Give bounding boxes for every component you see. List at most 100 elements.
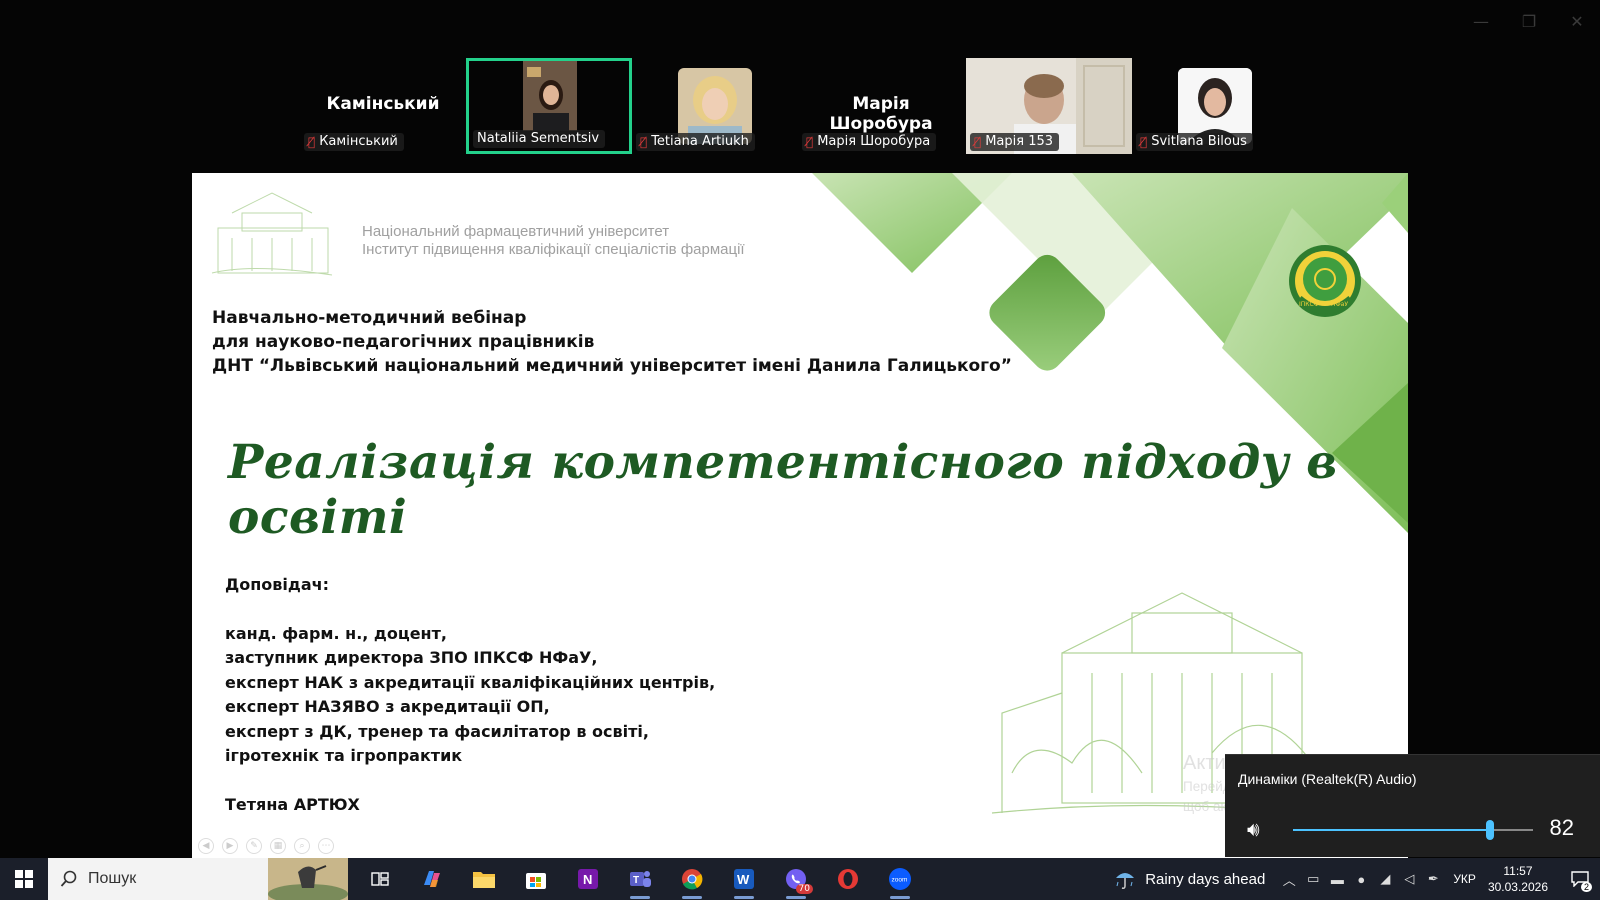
volume-slider-thumb[interactable] — [1485, 820, 1494, 840]
more-icon[interactable]: ⋯ — [318, 838, 334, 854]
screen: — ❐ ✕ Камінський 🎙̸ Камінський Nataliia … — [0, 0, 1600, 900]
teams-button[interactable]: T — [614, 858, 666, 900]
notification-badge: 70 — [795, 884, 813, 894]
battery-icon[interactable]: ▬ — [1325, 872, 1349, 887]
onenote-button[interactable]: N — [562, 858, 614, 900]
notification-center-button[interactable]: 2 — [1560, 858, 1600, 900]
logo-text-left: ІПКСФ — [1299, 301, 1319, 308]
pen-icon[interactable]: ✒ — [1421, 871, 1445, 887]
microphone-icon[interactable]: ● — [1349, 872, 1373, 887]
network-icon[interactable]: ◢ — [1373, 871, 1397, 887]
close-icon[interactable]: ✕ — [1568, 12, 1586, 31]
copilot-icon — [424, 871, 440, 887]
system-tray: Rainy days ahead ︿ ▭ ▬ ● ◢ ◁ ✒ УКР 11:57… — [1113, 858, 1600, 900]
slides-icon[interactable]: ▦ — [270, 838, 286, 854]
chrome-button[interactable] — [666, 858, 718, 900]
participant-label: Tetiana Artiukh — [651, 134, 749, 149]
meet-icon[interactable]: ▭ — [1301, 871, 1325, 887]
participant-label: Nataliia Sementsiv — [477, 131, 600, 146]
mic-muted-icon: 🎙̸ — [806, 134, 814, 149]
sound-muted-icon[interactable]: ◁ — [1397, 871, 1421, 887]
volume-slider-fill — [1293, 829, 1490, 831]
file-explorer-button[interactable] — [458, 858, 510, 900]
reporter-credential: ігротехнік та ігропрактик — [225, 746, 463, 765]
participant-label: Марія Шоробура — [817, 134, 931, 149]
reporter-credential: експерт НАК з акредитації кваліфікаційни… — [225, 672, 716, 692]
opera-icon — [838, 869, 858, 889]
zoom-button[interactable]: zoom — [874, 858, 926, 900]
volume-value: 82 — [1549, 815, 1574, 840]
slide-title: Реалізація компетентісного підходу в осв… — [228, 435, 1338, 545]
pen-icon[interactable]: ✎ — [246, 838, 262, 854]
clock-time: 11:57 — [1503, 864, 1533, 878]
participant-nameplate: 🎙̸ Tetiana Artiukh — [636, 133, 755, 151]
next-slide-icon[interactable]: ▶ — [222, 838, 238, 854]
mic-muted-icon: 🎙̸ — [1140, 134, 1148, 149]
store-button[interactable] — [510, 858, 562, 900]
reporter-credential: експерт НАЗЯВО з акредитації ОП, — [225, 697, 550, 716]
start-button[interactable] — [0, 858, 48, 900]
search-placeholder: Пошук — [88, 870, 137, 887]
weather-text: Rainy days ahead — [1145, 870, 1266, 888]
word-button[interactable]: W — [718, 858, 770, 900]
store-icon — [526, 873, 546, 889]
clock[interactable]: 11:57 30.03.2026 — [1488, 863, 1548, 895]
participant-display-name: Камінський — [326, 94, 440, 114]
participant-tile[interactable]: 🎙̸ Svitlana Bilous — [1132, 58, 1298, 154]
participant-tile[interactable]: 🎙̸ Марія 153 — [966, 58, 1132, 154]
speaker-icon[interactable]: 🔊︎ — [1247, 817, 1260, 841]
audio-device-name[interactable]: Динаміки (Realtek(R) Audio) — [1238, 771, 1417, 787]
file-explorer-icon — [473, 872, 495, 888]
volume-flyout: Динаміки (Realtek(R) Audio) 🔊︎ 82 — [1225, 754, 1600, 857]
reporter-label: Доповідач: — [225, 575, 329, 594]
mic-muted-icon: 🎙̸ — [974, 134, 982, 149]
reporter-block: Доповідач: канд. фарм. н., доцент, засту… — [225, 573, 715, 817]
university-header: Національний фармацевтичний університет … — [362, 223, 745, 259]
viber-button[interactable]: 70 — [770, 858, 822, 900]
task-view-button[interactable] — [354, 858, 406, 900]
chrome-icon — [682, 869, 703, 890]
mic-muted-icon: 🎙̸ — [308, 134, 316, 149]
participant-tile[interactable]: Nataliia Sementsiv — [466, 58, 632, 154]
volume-slider[interactable] — [1293, 820, 1533, 840]
institute-name: Інститут підвищення кваліфікації спеціал… — [362, 241, 745, 258]
notification-count: 2 — [1580, 882, 1592, 892]
reporter-name: Тетяна АРТЮХ — [225, 794, 360, 814]
participant-tile[interactable]: Камінський 🎙̸ Камінський — [300, 58, 466, 154]
taskbar-search[interactable]: Пошук — [48, 858, 348, 900]
participant-label: Марія 153 — [985, 134, 1054, 149]
mic-muted-icon: 🎙̸ — [640, 134, 648, 149]
search-highlight-image — [268, 858, 348, 900]
slide-toolbar: ◀ ▶ ✎ ▦ ⌕ ⋯ — [198, 838, 334, 854]
reporter-credential: експерт з ДК, тренер та фасилітатор в ос… — [225, 721, 649, 741]
logo-text-right: НФаУ — [1331, 301, 1349, 308]
reporter-credential: канд. фарм. н., доцент, — [225, 623, 447, 643]
windows-icon — [15, 870, 33, 888]
rain-icon — [1116, 873, 1135, 889]
participant-nameplate: Nataliia Sementsiv — [473, 130, 606, 148]
taskbar-apps: N T W 70 zoom — [354, 858, 926, 900]
restore-icon[interactable]: ❐ — [1520, 12, 1538, 31]
opera-button[interactable] — [822, 858, 874, 900]
svg-text:zoom: zoom — [892, 877, 908, 884]
teams-icon: T — [630, 871, 651, 887]
language-indicator[interactable]: УКР — [1453, 872, 1476, 886]
participant-tile[interactable]: Марія Шоробура 🎙̸ Марія Шоробура — [798, 58, 964, 154]
onenote-icon: N — [578, 869, 598, 889]
prev-slide-icon[interactable]: ◀ — [198, 838, 214, 854]
participant-tile[interactable]: 🎙̸ Tetiana Artiukh — [632, 58, 798, 154]
weather-widget[interactable]: Rainy days ahead — [1113, 868, 1265, 890]
zoom-icon[interactable]: ⌕ — [294, 838, 310, 854]
zoom-icon: zoom — [889, 868, 911, 890]
minimize-icon[interactable]: — — [1472, 12, 1490, 31]
copilot-button[interactable] — [406, 858, 458, 900]
task-view-icon — [371, 872, 389, 886]
svg-text:W: W — [737, 872, 750, 887]
participant-label: Svitlana Bilous — [1151, 134, 1247, 149]
window-controls: — ❐ ✕ — [1472, 12, 1586, 31]
participant-nameplate: 🎙̸ Svitlana Bilous — [1136, 133, 1253, 151]
participant-nameplate: 🎙̸ Марія 153 — [970, 133, 1060, 151]
chevron-up-icon[interactable]: ︿ — [1277, 870, 1301, 889]
svg-text:T: T — [633, 875, 639, 886]
participant-label: Камінський — [319, 134, 398, 149]
